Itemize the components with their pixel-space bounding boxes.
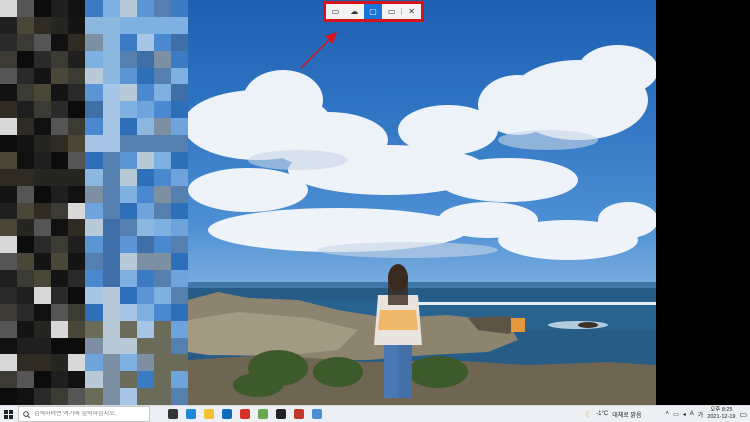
- clock-time: 오후 8:25: [710, 407, 733, 413]
- pixelated-region: [0, 0, 188, 405]
- clock-date: 2021-12-19: [707, 414, 736, 420]
- mail-icon: [222, 409, 232, 419]
- taskbar-search[interactable]: [18, 406, 150, 422]
- photo-drawing: [188, 45, 656, 405]
- taskbar-app-snip-sketch[interactable]: [308, 406, 326, 422]
- chevron-up-icon[interactable]: ˄: [666, 411, 670, 417]
- taskbar: ☾ -1°C 대체로 맑음 ˄ ▭ ◂ A 가 오후 8:25 2021-12-…: [0, 405, 750, 422]
- taskbar-app-app-stack[interactable]: [254, 406, 272, 422]
- notification-icon[interactable]: ▭: [739, 410, 747, 419]
- terminal-icon: [276, 409, 286, 419]
- chrome-icon: [240, 409, 250, 419]
- weather-temp[interactable]: -1°C: [596, 411, 608, 417]
- window-snip-icon: ▢: [369, 7, 377, 16]
- pinned-apps: [164, 406, 326, 422]
- weather-desc[interactable]: 대체로 맑음: [612, 410, 641, 419]
- keyboard-label[interactable]: 가: [698, 410, 704, 419]
- wallpaper-photo: [188, 0, 656, 405]
- taskbar-app-terminal[interactable]: [272, 406, 290, 422]
- taskbar-app-file-explorer[interactable]: [200, 406, 218, 422]
- taskbar-app-edge[interactable]: [182, 406, 200, 422]
- taskbar-app-mail[interactable]: [218, 406, 236, 422]
- edge-icon: [186, 409, 196, 419]
- ime-label[interactable]: A: [690, 411, 694, 417]
- fullscreen-snip-button[interactable]: ▭: [382, 4, 401, 19]
- volume-icon[interactable]: ◂: [683, 411, 686, 418]
- window-snip-button[interactable]: ▢: [363, 4, 383, 19]
- freeform-snip-icon: ☁: [350, 7, 359, 16]
- taskbar-app-photos[interactable]: [290, 406, 308, 422]
- rectangular-snip-button[interactable]: ▭: [326, 4, 345, 19]
- start-button[interactable]: [0, 406, 16, 422]
- search-icon: [23, 410, 30, 418]
- fullscreen-snip-icon: ▭: [388, 7, 396, 16]
- taskbar-app-task-view[interactable]: [164, 406, 182, 422]
- close-icon: ✕: [408, 7, 415, 16]
- stack-icon: [258, 409, 268, 419]
- moon-icon: ☾: [585, 409, 593, 419]
- snip-mode-toolbar: ▭ ☁ ▢ ▭ ✕: [323, 1, 424, 22]
- network-icon[interactable]: ▭: [673, 411, 679, 418]
- clock[interactable]: 오후 8:25 2021-12-19: [707, 407, 735, 421]
- annotation-arrow: [300, 32, 337, 69]
- scissors-icon: [312, 409, 322, 419]
- folder-icon: [204, 409, 214, 419]
- rectangle-snip-icon: ▭: [331, 7, 340, 16]
- photos-icon: [294, 409, 304, 419]
- task-view-icon: [168, 409, 178, 419]
- system-tray: ☾ -1°C 대체로 맑음 ˄ ▭ ◂ A 가 오후 8:25 2021-12-…: [585, 407, 750, 421]
- windows-logo-icon: [3, 409, 13, 419]
- close-button[interactable]: ✕: [402, 4, 421, 19]
- search-input[interactable]: [34, 411, 144, 417]
- freeform-snip-button[interactable]: ☁: [345, 4, 364, 19]
- black-margin: [656, 0, 750, 405]
- taskbar-app-chrome[interactable]: [236, 406, 254, 422]
